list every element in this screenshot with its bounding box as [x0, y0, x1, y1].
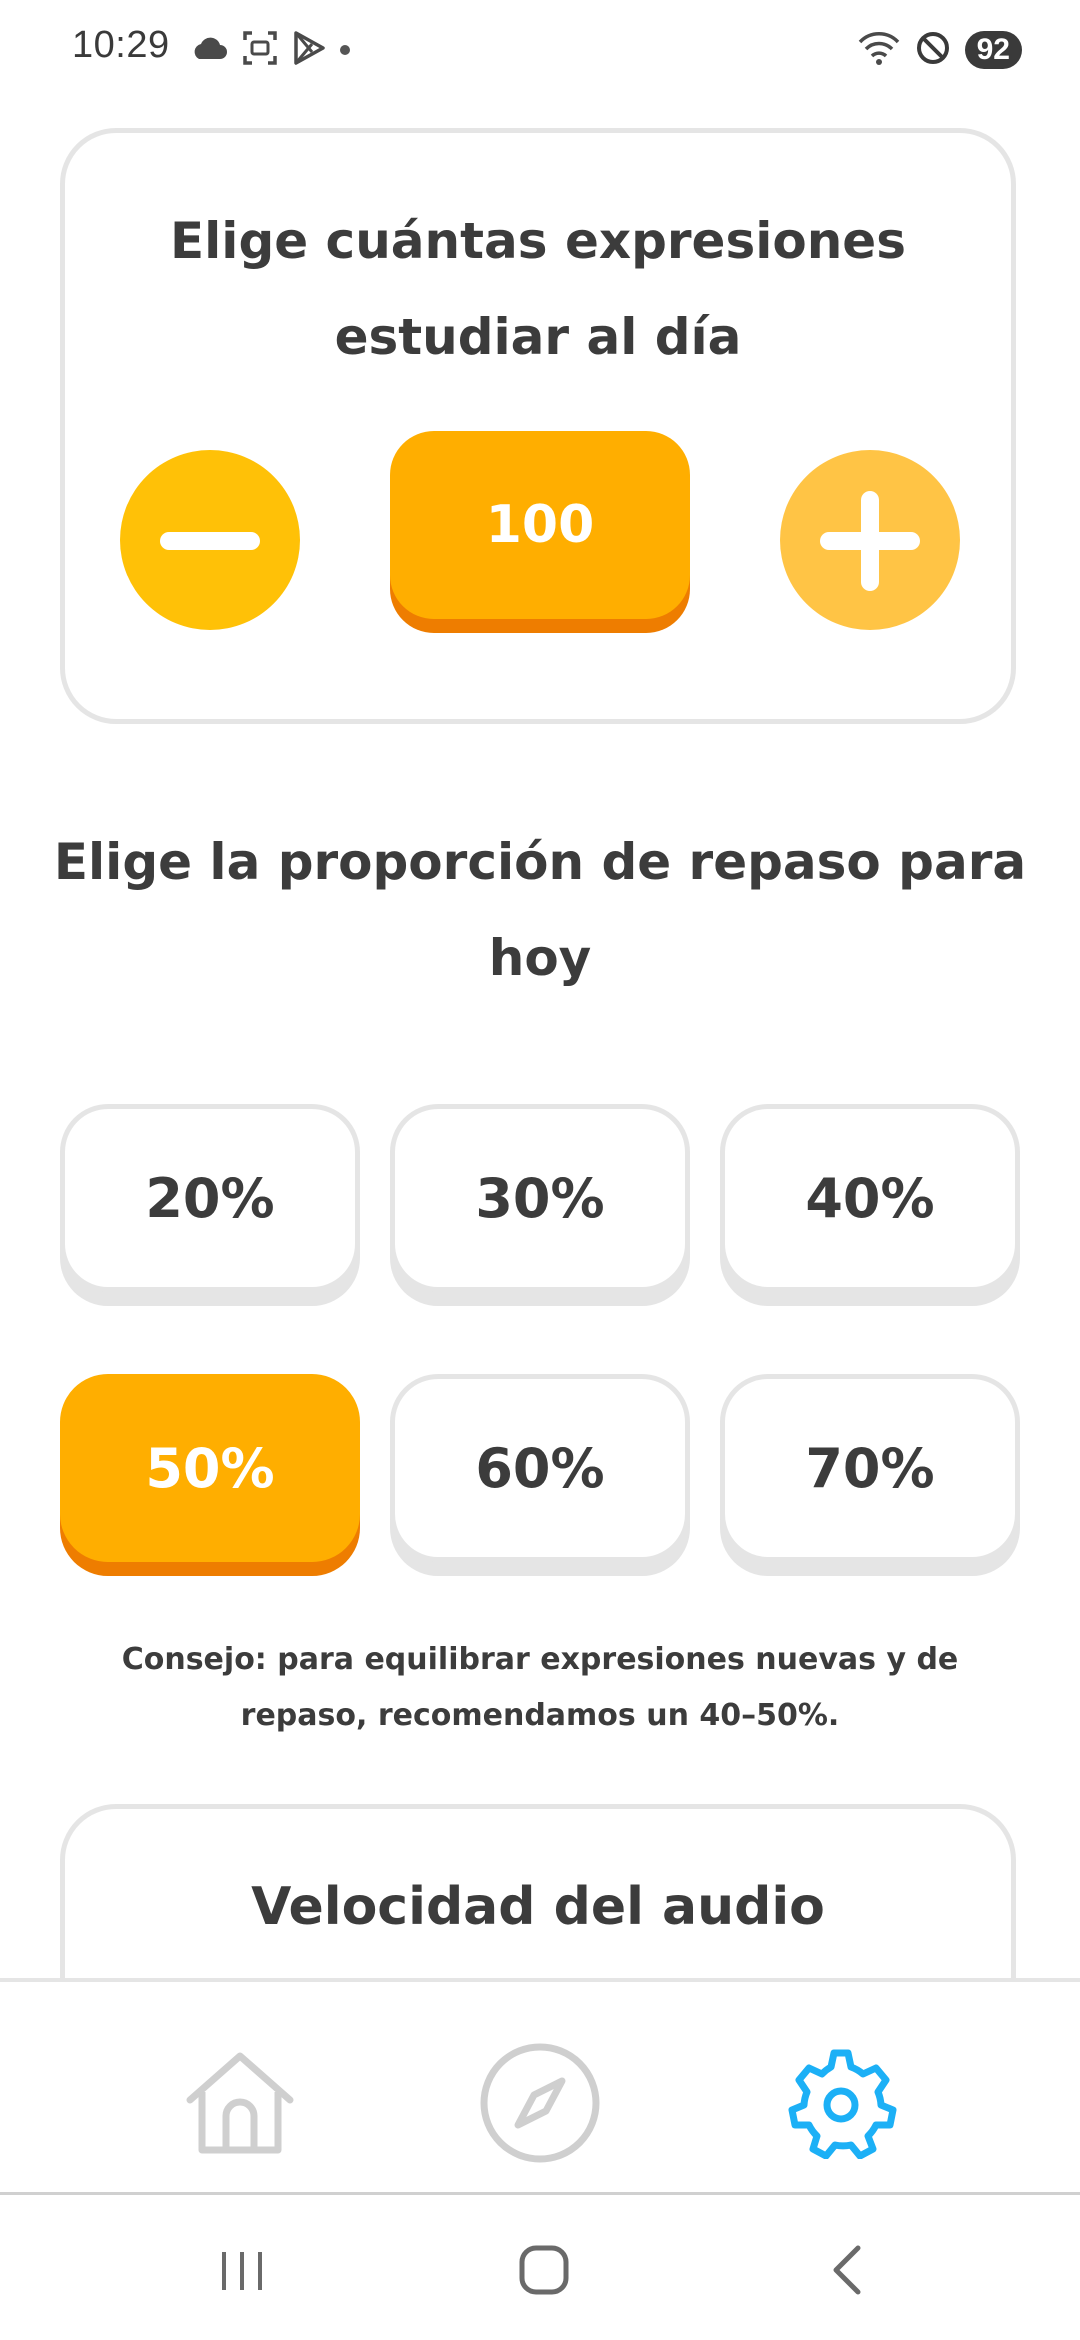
ratio-option-50[interactable]: 50%: [60, 1374, 360, 1562]
nav-explore[interactable]: [475, 2038, 605, 2168]
recents-icon: [222, 2252, 262, 2290]
back-icon: [833, 2245, 861, 2295]
ratio-option-70[interactable]: 70%: [720, 1374, 1020, 1562]
home-icon: [186, 2052, 294, 2154]
daily-goal-title: Elige cuántas expresiones estudiar al dí…: [170, 212, 906, 366]
audio-speed-title: Velocidad del audio: [251, 1877, 825, 1937]
daily-goal-card: Elige cuántas expresiones estudiar al dí…: [60, 128, 1016, 724]
back-button[interactable]: [808, 2235, 888, 2305]
ratio-option-60[interactable]: 60%: [390, 1374, 690, 1562]
notification-dot-icon: [340, 45, 350, 55]
review-ratio-title: Elige la proporción de repaso para hoy: [53, 833, 1027, 987]
status-icons-left: [190, 30, 350, 70]
minus-icon: [160, 532, 260, 550]
cloud-icon: [190, 35, 228, 65]
screenshot-icon: [242, 30, 278, 70]
increase-button[interactable]: [780, 450, 960, 630]
ratio-option-40[interactable]: 40%: [720, 1104, 1020, 1292]
play-store-icon: [292, 30, 326, 70]
recents-button[interactable]: [202, 2235, 282, 2305]
status-bar: 10:29 92: [0, 0, 1080, 100]
bottom-nav: [0, 1978, 1080, 2192]
battery-icon: 92: [964, 31, 1022, 69]
status-icons-right: 92: [857, 30, 1022, 70]
status-time: 10:29: [72, 24, 170, 66]
system-nav-bar: [0, 2195, 1080, 2340]
system-home-button[interactable]: [504, 2235, 584, 2305]
do-not-disturb-icon: [915, 30, 951, 70]
gear-icon: [788, 2049, 897, 2159]
ratio-option-30[interactable]: 30%: [390, 1104, 690, 1292]
plus-icon: [820, 491, 920, 591]
home-button-icon: [519, 2245, 569, 2295]
goal-value: 100: [390, 431, 690, 619]
screen: 10:29 92 Elige cuántas expresiones estud…: [0, 0, 1080, 2340]
ratio-option-20[interactable]: 20%: [60, 1104, 360, 1292]
compass-icon: [480, 2043, 600, 2163]
nav-settings[interactable]: [776, 2038, 906, 2168]
ratio-tip: Consejo: para equilibrar expresiones nue…: [121, 1642, 959, 1733]
decrease-button[interactable]: [120, 450, 300, 630]
wifi-icon: [857, 30, 901, 70]
nav-home[interactable]: [175, 2038, 305, 2168]
